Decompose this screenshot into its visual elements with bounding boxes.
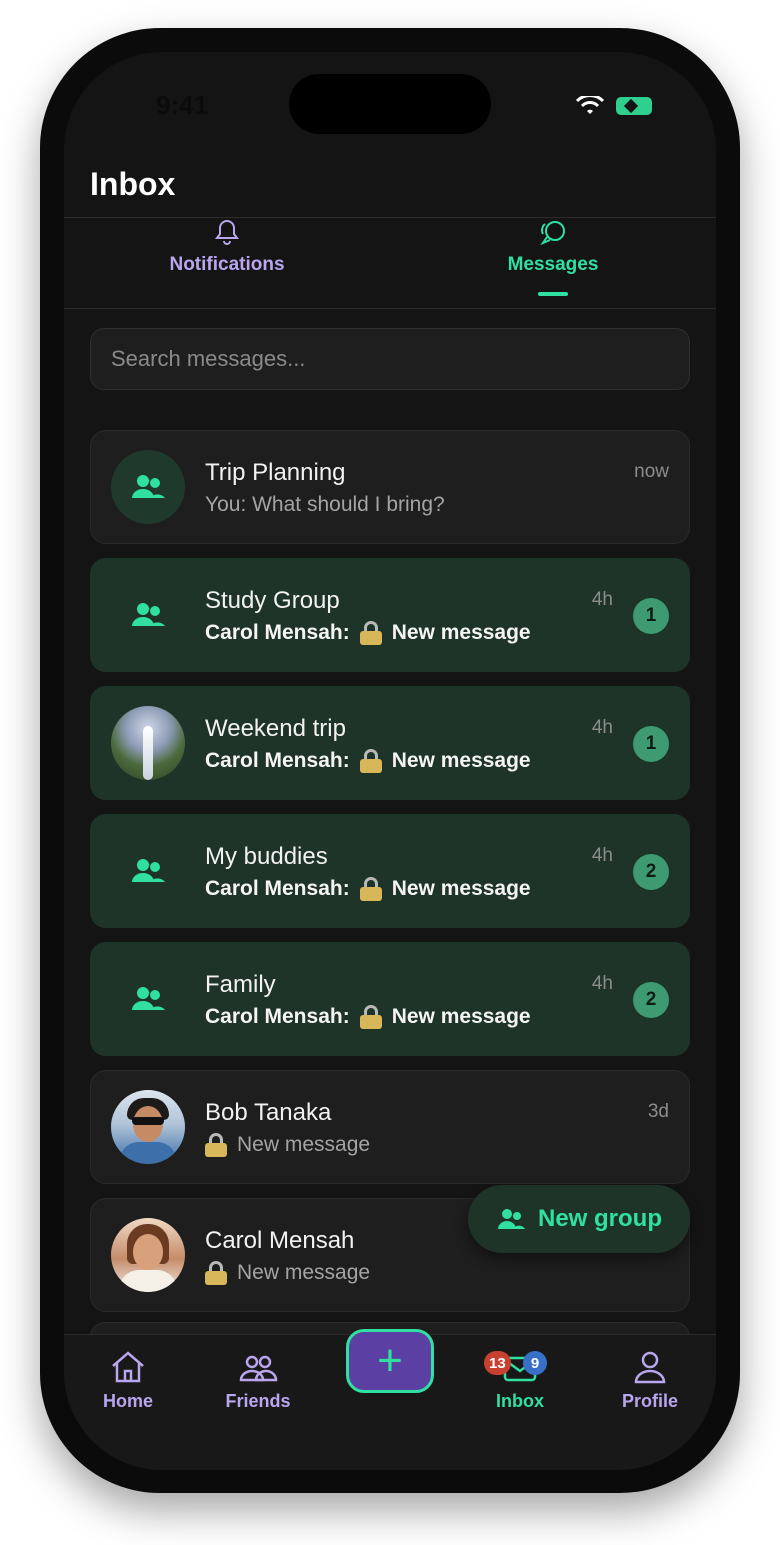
lock-icon <box>359 1005 382 1029</box>
conversation-preview: Carol Mensah: New message <box>205 877 531 901</box>
tab-messages[interactable]: Messages <box>390 218 716 308</box>
status-time: 9:41 <box>156 90 209 120</box>
conversation-item[interactable]: Family Carol Mensah: New message 4h 2 <box>90 942 690 1056</box>
nav-friends[interactable]: Friends <box>198 1347 318 1412</box>
conversation-time: 3d <box>647 1101 669 1122</box>
conversation-preview: Carol Mensah: New message <box>205 1005 531 1029</box>
conversation-item[interactable]: Weekend trip Carol Mensah: New message 4… <box>90 686 690 800</box>
group-avatar <box>111 450 185 524</box>
conversation-item[interactable]: Bob Tanaka New message 3d <box>90 1070 690 1184</box>
conversation-preview: New message <box>205 1261 370 1285</box>
tab-messages-label: Messages <box>507 254 599 275</box>
nav-home[interactable]: Home <box>68 1347 188 1412</box>
group-icon <box>132 859 165 882</box>
conversation-name: Study Group <box>205 587 340 614</box>
user-photo-avatar <box>111 1218 185 1292</box>
preview-sender: Carol Mensah: <box>205 877 350 900</box>
unread-badge: 2 <box>633 854 669 890</box>
conversation-name: Family <box>205 971 276 998</box>
conversation-preview: Carol Mensah: New message <box>205 749 531 773</box>
conversation-time: 4h <box>591 717 613 738</box>
nav-profile[interactable]: Profile <box>590 1347 710 1412</box>
unread-badge: 1 <box>633 598 669 634</box>
group-icon <box>132 987 165 1010</box>
inbox-badge-red: 13 <box>484 1351 511 1375</box>
preview-text: New message <box>391 877 531 900</box>
preview-text: New message <box>391 1005 531 1028</box>
conversation-time: now <box>634 461 669 482</box>
nav-friends-label: Friends <box>225 1391 291 1411</box>
lock-icon <box>359 621 382 645</box>
preview-text: New message <box>237 1133 371 1156</box>
lock-icon <box>205 1133 227 1157</box>
conversation-item[interactable]: My buddies Carol Mensah: New message 4h … <box>90 814 690 928</box>
search-box <box>90 328 690 390</box>
tabs-divider <box>64 308 716 309</box>
inbox-badge-blue: 9 <box>523 1351 547 1375</box>
group-avatar <box>111 578 185 652</box>
group-icon <box>498 1209 525 1229</box>
conversation-item[interactable]: Trip Planning You: What should I bring? … <box>90 430 690 544</box>
conversation-name: Bob Tanaka <box>205 1099 332 1126</box>
preview-text: You: What should I bring? <box>205 493 445 516</box>
home-icon <box>112 1351 144 1383</box>
preview-text: New message <box>391 749 531 772</box>
conversation-time: 4h <box>591 973 613 994</box>
new-group-label: New group <box>538 1205 662 1232</box>
tab-notifications-label: Notifications <box>169 254 285 275</box>
conversation-time: 4h <box>591 589 613 610</box>
tab-notifications[interactable]: Notifications <box>64 218 390 308</box>
friends-icon <box>239 1355 278 1382</box>
preview-sender: Carol Mensah: <box>205 1005 350 1028</box>
user-photo-avatar <box>111 1090 185 1164</box>
conversation-name: Carol Mensah <box>205 1227 355 1254</box>
conversation-preview: Carol Mensah: New message <box>205 621 531 645</box>
nav-inbox-label: Inbox <box>496 1391 544 1411</box>
preview-sender: Carol Mensah: <box>205 749 350 772</box>
active-tab-indicator <box>538 292 568 296</box>
chat-bubbles-icon <box>540 221 565 246</box>
group-icon <box>132 475 165 498</box>
page-title: Inbox <box>90 166 176 202</box>
group-avatar <box>111 834 185 908</box>
unread-badge: 1 <box>633 726 669 762</box>
dynamic-island <box>289 74 491 134</box>
preview-text: New message <box>237 1261 371 1284</box>
app-screen: 9:41 Inbox Notifications Messages Search… <box>64 52 716 1470</box>
lock-icon <box>205 1261 227 1285</box>
status-icons <box>576 96 652 116</box>
nav-home-label: Home <box>102 1391 153 1411</box>
group-avatar <box>111 962 185 1036</box>
conversation-preview: You: What should I bring? <box>205 493 445 517</box>
group-icon <box>132 603 165 626</box>
search-input[interactable] <box>111 346 669 372</box>
conversation-preview: New message <box>205 1133 370 1157</box>
conversation-name: Weekend trip <box>205 715 346 742</box>
new-group-button[interactable]: New group <box>468 1185 690 1253</box>
inbox-tabs: Notifications Messages <box>64 218 716 308</box>
lock-icon <box>359 749 382 773</box>
conversation-name: Trip Planning <box>205 459 346 486</box>
preview-sender: Carol Mensah: <box>205 621 350 644</box>
battery-icon <box>616 97 652 115</box>
nav-inbox[interactable]: Inbox 13 9 <box>460 1347 580 1412</box>
profile-icon <box>634 1351 666 1384</box>
unread-badge: 2 <box>633 982 669 1018</box>
lock-icon <box>359 877 382 901</box>
conversation-item[interactable]: Study Group Carol Mensah: New message 4h… <box>90 558 690 672</box>
create-button[interactable]: + <box>346 1329 434 1393</box>
nav-profile-label: Profile <box>621 1391 678 1411</box>
wifi-icon <box>576 96 604 114</box>
bell-icon <box>215 219 239 245</box>
preview-text: New message <box>391 621 531 644</box>
conversation-name: My buddies <box>205 843 328 870</box>
plus-icon: + <box>377 1336 403 1385</box>
waterfall-photo-avatar <box>111 706 185 780</box>
bottom-nav: Home Friends + Inbox 13 9 Profile <box>64 1329 716 1470</box>
conversation-time: 4h <box>591 845 613 866</box>
